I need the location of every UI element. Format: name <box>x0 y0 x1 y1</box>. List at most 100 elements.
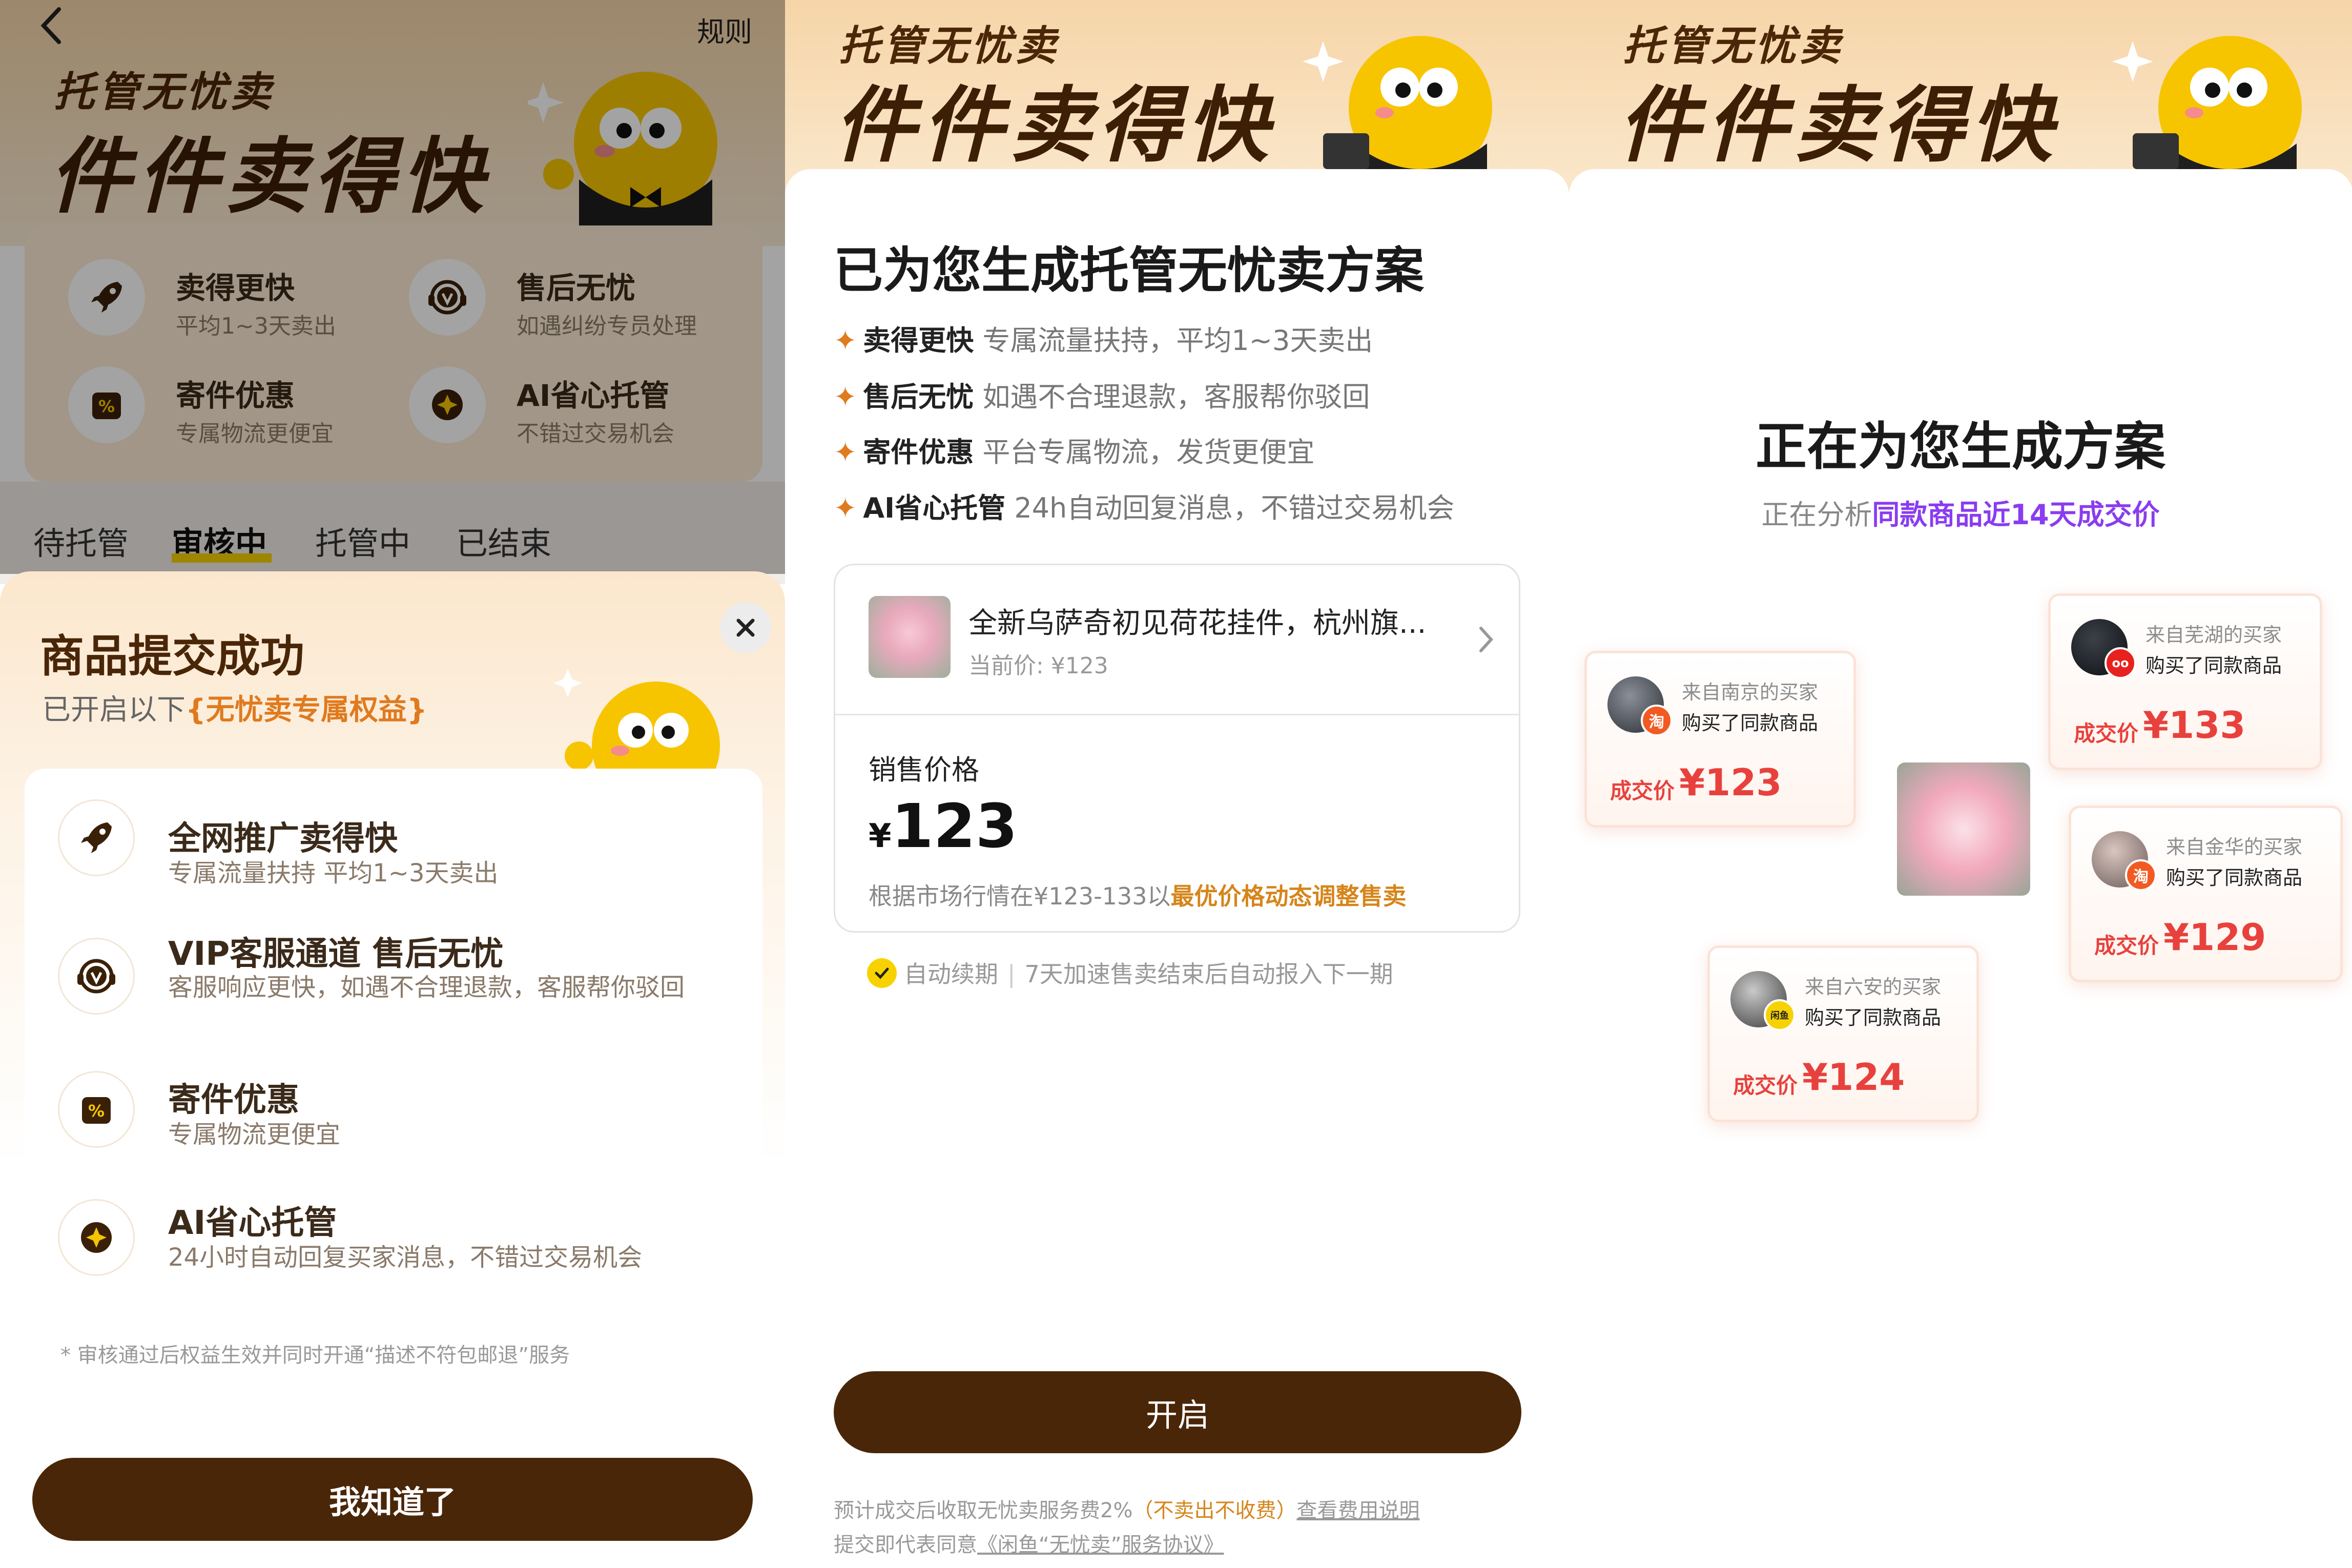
bullet-desc: 如遇不合理退款，客服帮你驳回 <box>982 381 1370 413</box>
sheet-subtitle-prefix: 已开启以下 <box>42 693 185 727</box>
deal-price: ¥133 <box>2143 704 2246 747</box>
product-current-price: 当前价: ¥123 <box>968 653 1108 679</box>
fee-prefix: 预计成交后收取无忧卖服务费2% <box>834 1499 1133 1522</box>
fee-highlight: （不卖出不收费） <box>1132 1499 1297 1522</box>
close-icon <box>736 618 755 637</box>
ai-sparkle-icon <box>81 1222 112 1253</box>
svg-text:%: % <box>88 1101 105 1121</box>
agreement-link[interactable]: 《闲鱼“无忧卖”服务协议》 <box>977 1533 1224 1557</box>
plan-content: 已为您生成托管无忧卖方案 ✦ 卖得更快 专属流量扶持，平均1~3天卖出 ✦ 售后无忧… <box>785 169 1569 1568</box>
mascot-icon <box>553 669 720 776</box>
panel-submit-success: 规则 托管无忧卖 件件卖得快 卖得更快 平均1~3天卖出 售后无忧 如遇纠纷专员… <box>0 0 785 1568</box>
bullet-desc: 24h自动回复消息，不错过交易机会 <box>1014 492 1455 524</box>
auto-renew-desc: 7天加速售卖结束后自动报入下一期 <box>1024 960 1393 988</box>
brand-big-title: 件件卖得快 <box>1618 77 2059 173</box>
rocket-icon <box>81 822 112 853</box>
product-name: 全新乌萨奇初见荷花挂件，杭州旗... <box>968 607 1427 640</box>
benefit-icon-ai <box>58 1199 135 1276</box>
buyer-origin: 来自南京的买家 <box>1682 681 1819 704</box>
headset-icon <box>77 959 115 994</box>
plan-title: 已为您生成托管无忧卖方案 <box>834 242 1424 299</box>
product-image <box>1897 762 2030 896</box>
buyer-origin: 来自金华的买家 <box>2166 836 2303 858</box>
deal-price-label: 成交价 <box>2094 933 2159 958</box>
benefit-item-desc: 专属流量扶持 平均1~3天卖出 <box>168 859 499 888</box>
deal-price: ¥124 <box>1802 1056 1905 1099</box>
plan-bullet: ✦ AI省心托管 24h自动回复消息，不错过交易机会 <box>834 485 1454 526</box>
brand-badge-icon: oo <box>2105 647 2136 679</box>
coupon-icon: % <box>82 1097 111 1124</box>
benefit-item-desc: 专属物流更便宜 <box>168 1120 341 1149</box>
sparkle-icon: ✦ <box>834 381 857 413</box>
benefit-list-card: 全网推广卖得快 专属流量扶持 平均1~3天卖出 VIP客服通道 售后无忧 客服响… <box>25 769 762 1363</box>
auto-renew-row: 自动续期 | 7天加速售卖结束后自动报入下一期 <box>904 960 1393 988</box>
benefit-item-title: VIP客服通道 售后无忧 <box>168 935 504 973</box>
generating-title: 正在为您生成方案 <box>1756 417 2165 477</box>
deal-price-label: 成交价 <box>1610 778 1675 803</box>
plan-bullet: ✦ 寄件优惠 平台专属物流，发货更便宜 <box>834 429 1314 470</box>
bullet-name: 寄件优惠 <box>863 436 974 468</box>
product-price-card: 全新乌萨奇初见荷花挂件，杭州旗... 当前价: ¥123 销售价格 ¥123 根… <box>834 564 1520 933</box>
price-note-highlight: 最优价格动态调整售卖 <box>1170 882 1407 910</box>
buyer-card: 淘 来自金华的买家 购买了同款商品 成交价 ¥129 <box>2069 806 2343 982</box>
taobao-badge-icon: 淘 <box>2125 859 2157 891</box>
bullet-desc: 专属流量扶持，平均1~3天卖出 <box>982 324 1373 357</box>
bullet-desc: 平台专属物流，发货更便宜 <box>982 436 1315 468</box>
buyer-card: oo 来自芜湖的买家 购买了同款商品 成交价 ¥133 <box>2048 593 2322 770</box>
price-note-prefix: 根据市场行情在¥123-133以 <box>869 882 1171 910</box>
bullet-name: 卖得更快 <box>863 324 974 357</box>
benefit-item-desc: 客服响应更快，如遇不合理退款，客服帮你驳回 <box>168 973 685 1002</box>
fee-explanation-link[interactable]: 查看费用说明 <box>1296 1499 1419 1522</box>
buyer-action: 购买了同款商品 <box>1682 712 1819 734</box>
benefit-item-title: AI省心托管 <box>168 1204 337 1242</box>
deal-price-label: 成交价 <box>1733 1073 1798 1098</box>
price-value: ¥123 <box>869 791 1018 861</box>
buyer-origin: 来自六安的买家 <box>1805 976 1942 998</box>
price-number: 123 <box>891 791 1018 861</box>
buyer-origin: 来自芜湖的买家 <box>2145 624 2282 646</box>
bullet-name: 售后无忧 <box>863 381 974 413</box>
buyer-card: 闲鱼 来自六安的买家 购买了同款商品 成交价 ¥124 <box>1707 945 1979 1122</box>
price-label: 销售价格 <box>869 754 979 786</box>
benefit-item-title: 寄件优惠 <box>168 1081 299 1119</box>
divider <box>835 714 1519 715</box>
generating-subtitle-highlight: 同款商品近14天成交价 <box>1872 499 2160 531</box>
product-row[interactable]: 全新乌萨奇初见荷花挂件，杭州旗... 当前价: ¥123 <box>835 565 1519 714</box>
benefit-icon-coupon: % <box>58 1071 135 1148</box>
sheet-subtitle-highlight: {无忧卖专属权益} <box>185 693 427 727</box>
plan-bullet: ✦ 卖得更快 专属流量扶持，平均1~3天卖出 <box>834 318 1373 358</box>
agreement-line: 提交即代表同意《闲鱼“无忧卖”服务协议》 <box>834 1528 1224 1558</box>
mascot-icon <box>1303 36 1492 174</box>
price-note: 根据市场行情在¥123-133以最优价格动态调整售卖 <box>869 878 1406 912</box>
buyer-action: 购买了同款商品 <box>2166 866 2303 889</box>
benefit-icon-headset <box>58 938 135 1015</box>
auto-renew-checkbox[interactable] <box>867 958 897 988</box>
generating-subtitle: 正在分析同款商品近14天成交价 <box>1569 492 2352 532</box>
product-thumbnail <box>869 596 951 678</box>
panel-generating-plan: 托管无忧卖 件件卖得快 正在为您生成方案 正在分析同款商品近14天成交价 淘 来… <box>1569 0 2352 1568</box>
sheet-footnote: * 审核通过后权益生效并同时开通“描述不符包邮退”服务 <box>60 1344 570 1367</box>
fee-line: 预计成交后收取无忧卖服务费2%（不卖出不收费）查看费用说明 <box>834 1494 1419 1523</box>
modal-backdrop[interactable] <box>0 0 785 574</box>
sheet-title: 商品提交成功 <box>40 631 304 682</box>
check-icon <box>875 967 889 979</box>
deal-price: ¥123 <box>1679 761 1782 804</box>
benefit-item-desc: 24小时自动回复买家消息，不错过交易机会 <box>168 1243 643 1272</box>
enable-button[interactable]: 开启 <box>834 1371 1521 1453</box>
buyer-action: 购买了同款商品 <box>2145 654 2282 677</box>
agreement-prefix: 提交即代表同意 <box>834 1533 977 1557</box>
got-it-button[interactable]: 我知道了 <box>32 1458 753 1541</box>
deal-price: ¥129 <box>2163 916 2266 959</box>
generating-subtitle-prefix: 正在分析 <box>1761 499 1872 531</box>
benefit-item-title: 全网推广卖得快 <box>168 820 398 858</box>
close-button[interactable] <box>720 602 771 653</box>
plan-bullet: ✦ 售后无忧 如遇不合理退款，客服帮你驳回 <box>834 374 1370 415</box>
bullet-name: AI省心托管 <box>863 492 1006 524</box>
sparkle-icon: ✦ <box>834 492 857 524</box>
deal-price-label: 成交价 <box>2074 721 2139 746</box>
mascot-icon <box>2112 36 2302 174</box>
currency-symbol: ¥ <box>869 817 892 855</box>
sparkle-icon: ✦ <box>834 324 857 357</box>
chevron-right-icon <box>1479 627 1494 652</box>
sheet-subtitle: 已开启以下{无忧卖专属权益} <box>42 687 427 728</box>
